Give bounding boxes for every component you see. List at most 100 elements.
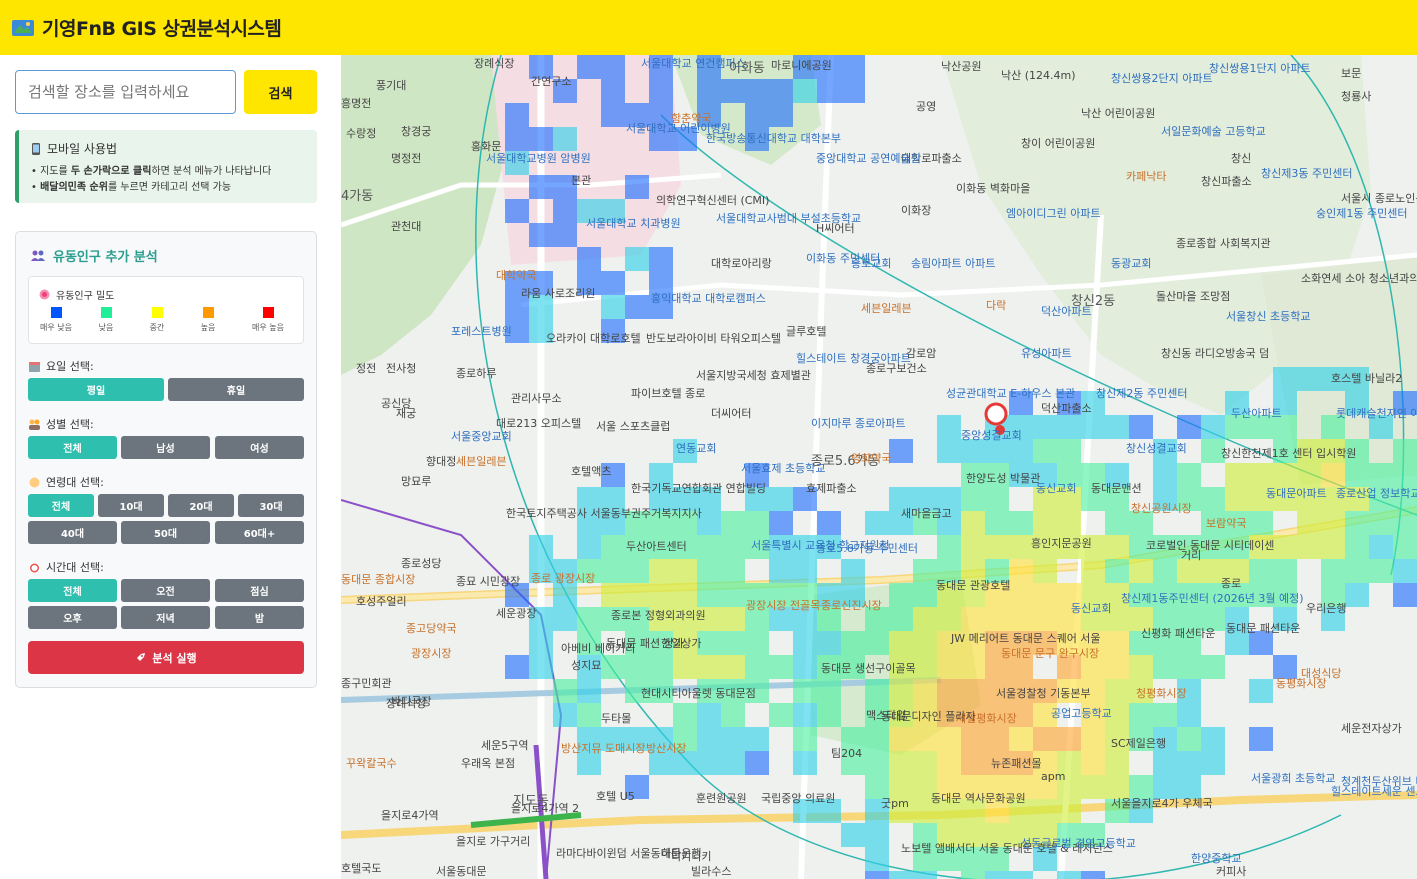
heatmap-icon — [39, 289, 50, 300]
heatmap-cell — [961, 751, 985, 775]
heatmap-cell — [649, 559, 673, 583]
heatmap-cell — [1009, 535, 1033, 559]
run-analysis-button[interactable]: 분석 실행 — [28, 641, 304, 674]
heatmap-cell — [841, 727, 865, 751]
search-input[interactable] — [15, 70, 236, 114]
heatmap-cell — [1273, 463, 1297, 487]
heatmap-cell — [745, 631, 769, 655]
heatmap-cell — [865, 775, 889, 799]
gender-male-button[interactable]: 남성 — [121, 436, 210, 459]
heatmap-cell — [745, 487, 769, 511]
heatmap-cell — [673, 511, 697, 535]
heatmap-cell — [961, 655, 985, 679]
age-60plus-button[interactable]: 60대+ — [215, 521, 304, 544]
heatmap-cell — [937, 583, 961, 607]
age-50s-button[interactable]: 50대 — [121, 521, 210, 544]
heatmap-cell — [649, 631, 673, 655]
heatmap-cell — [1057, 511, 1081, 535]
heatmap-cell — [937, 727, 961, 751]
heatmap-cell — [529, 223, 553, 247]
heatmap-cell — [697, 511, 721, 535]
heatmap-cell — [577, 559, 601, 583]
heatmap-cell — [985, 511, 1009, 535]
heatmap-cell — [1201, 511, 1225, 535]
age-10s-button[interactable]: 10대 — [98, 494, 164, 517]
heatmap-cell — [577, 271, 601, 295]
heatmap-cell — [1153, 631, 1177, 655]
heatmap-cell — [1129, 415, 1153, 439]
heatmap-cell — [673, 607, 697, 631]
age-20s-button[interactable]: 20대 — [168, 494, 234, 517]
heatmap-cell — [649, 247, 673, 271]
heatmap-cell — [769, 607, 793, 631]
heatmap-cell — [961, 799, 985, 823]
heatmap-cell — [1009, 391, 1033, 415]
heatmap-cell — [1105, 463, 1129, 487]
legend-item-very-high: 매우 높음 — [243, 307, 293, 333]
heatmap-cell — [1249, 727, 1273, 751]
age-30s-button[interactable]: 30대 — [238, 494, 304, 517]
heatmap-cell — [985, 559, 1009, 583]
heatmap-cell — [961, 511, 985, 535]
legend-title: 유동인구 밀도 — [39, 287, 114, 302]
time-lunch-button[interactable]: 점심 — [215, 579, 304, 602]
map-canvas[interactable] — [341, 55, 1417, 879]
heatmap-cell — [985, 439, 1009, 463]
heatmap-cell — [1393, 463, 1417, 487]
day-weekday-button[interactable]: 평일 — [28, 378, 164, 401]
heatmap-cell — [1129, 679, 1153, 703]
heatmap-cell — [817, 535, 841, 559]
heatmap-cell — [1057, 583, 1081, 607]
rocket-icon — [137, 653, 146, 661]
tip1-post: 하면 분석 메뉴가 나타납니다 — [151, 166, 272, 177]
search-button[interactable]: 검색 — [244, 70, 317, 114]
mobile-phone-icon — [32, 142, 40, 155]
heatmap-cell — [985, 703, 1009, 727]
time-all-button[interactable]: 전체 — [28, 579, 117, 602]
heatmap-cell — [1009, 703, 1033, 727]
heatmap-cell — [577, 607, 601, 631]
sidebar: 검색 모바일 사용법 • 지도를 두 손가락으로 클릭하면 분석 메뉴가 나타납… — [0, 55, 341, 879]
time-afternoon-button[interactable]: 오후 — [28, 606, 117, 629]
heatmap-cell — [649, 727, 673, 751]
legend-label: 매우 높음 — [252, 323, 284, 332]
heatmap-cell — [1201, 487, 1225, 511]
heatmap-cell — [817, 799, 841, 823]
heatmap-cell — [529, 535, 553, 559]
heatmap-cell — [1153, 751, 1177, 775]
tip2-pre: • — [31, 182, 41, 193]
heatmap-cell — [1177, 727, 1201, 751]
heatmap-cell — [961, 559, 985, 583]
heatmap-cell — [1153, 727, 1177, 751]
time-evening-button[interactable]: 저녁 — [121, 606, 210, 629]
heatmap-cell — [601, 487, 625, 511]
map-area[interactable]: 장례식장 간연구소 서울대학교 연건캠퍼스 이화동 마로니에공원 낙산공원 낙산 (124.… — [341, 55, 1417, 879]
heatmap-cell — [1153, 583, 1177, 607]
legend-swatch — [202, 307, 214, 318]
legend-label: 낮음 — [98, 323, 114, 332]
heatmap-cell — [841, 631, 865, 655]
heatmap-cell — [1393, 559, 1417, 583]
heatmap-cell — [649, 271, 673, 295]
heatmap-cell — [793, 607, 817, 631]
heatmap-cell — [1345, 511, 1369, 535]
heatmap-cell — [745, 751, 769, 775]
day-holiday-button[interactable]: 휴일 — [168, 378, 304, 401]
mobile-tip-title-text: 모바일 사용법 — [47, 142, 118, 156]
time-night-button[interactable]: 밤 — [215, 606, 304, 629]
heatmap-cell — [1057, 463, 1081, 487]
heatmap-cell — [1201, 607, 1225, 631]
heatmap-cell — [1033, 799, 1057, 823]
heatmap-cell — [1057, 535, 1081, 559]
gender-all-button[interactable]: 전체 — [28, 436, 117, 459]
time-morning-button[interactable]: 오전 — [121, 579, 210, 602]
heatmap-cell — [1273, 583, 1297, 607]
age-all-button[interactable]: 전체 — [28, 494, 94, 517]
age-40s-button[interactable]: 40대 — [28, 521, 117, 544]
heatmap-cell — [1033, 847, 1057, 871]
heatmap-cell — [937, 535, 961, 559]
heatmap-cell — [649, 751, 673, 775]
gender-female-button[interactable]: 여성 — [215, 436, 304, 459]
heatmap-cell — [625, 535, 649, 559]
legend-item-high: 높음 — [183, 307, 233, 333]
